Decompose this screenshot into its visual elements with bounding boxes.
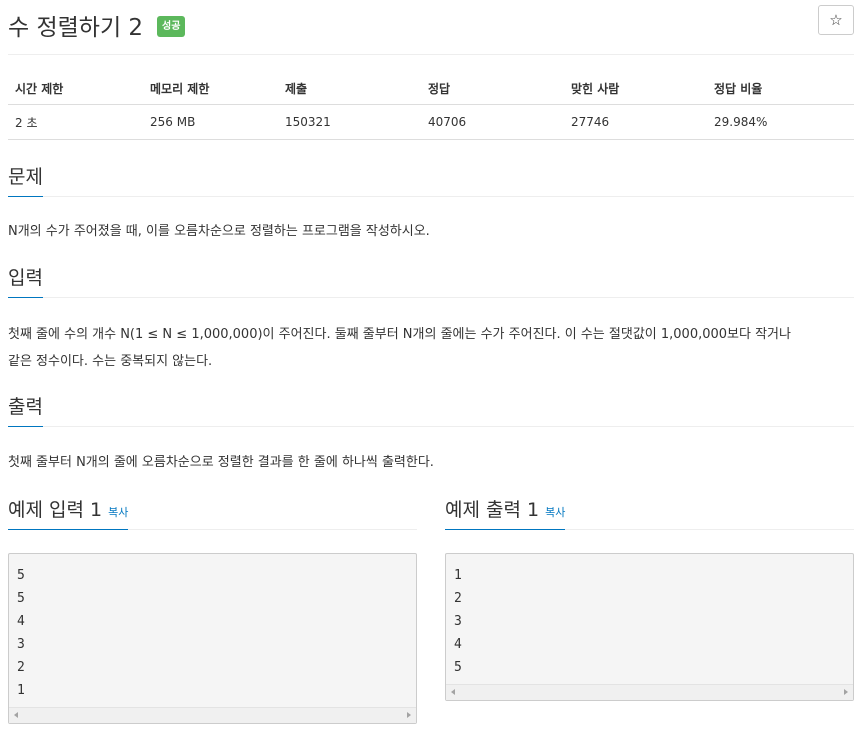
copy-sample-output-link[interactable]: 복사 (545, 506, 565, 519)
sample-output-box[interactable]: 1 2 3 4 5 (445, 553, 854, 701)
sample-input-scrollbar[interactable] (9, 707, 416, 723)
scroll-left-icon[interactable] (14, 712, 18, 718)
sample-output-line: 2 (454, 591, 462, 606)
sample-output-line: 4 (454, 637, 462, 652)
table-row: 2 초 256 MB 150321 40706 27746 29.984% (8, 104, 854, 140)
output-text: 첫째 줄부터 N개의 줄에 오름차순으로 정렬한 결과를 한 줄에 하나씩 출력… (8, 455, 434, 470)
status-badge: 성공 (157, 16, 186, 37)
sample-output-section: 예제 출력 1 복사 1 2 3 4 5 (445, 495, 854, 701)
description-text: N개의 수가 주어졌을 때, 이를 오름차순으로 정렬하는 프로그램을 작성하시… (8, 224, 430, 239)
accept-ratio-value: 29.984% (707, 104, 854, 140)
input-section: 입력 첫째 줄에 수의 개수 N(1 ≤ N ≤ 1,000,000)이 주어진… (8, 263, 854, 369)
sample-input-title: 예제 입력 1 (8, 499, 103, 521)
sample-output-heading: 예제 출력 1 복사 (445, 495, 566, 530)
scroll-left-icon[interactable] (451, 689, 455, 695)
sample-input-line: 5 (17, 591, 25, 606)
sample-input-line: 4 (17, 614, 25, 629)
sample-input-line: 1 (17, 683, 25, 698)
sample-output-line: 5 (454, 660, 462, 675)
sample-input-heading: 예제 입력 1 복사 (8, 495, 129, 530)
description-heading-row: 문제 (8, 162, 854, 197)
input-text-line-1: 첫째 줄에 수의 개수 N(1 ≤ N ≤ 1,000,000)이 주어진다. … (8, 327, 791, 342)
submissions-value: 150321 (278, 104, 421, 140)
sample-input-line: 3 (17, 637, 25, 652)
sample-output-scrollbar[interactable] (446, 684, 853, 700)
output-heading-row: 출력 (8, 392, 854, 427)
header-accept-ratio: 정답 비율 (707, 72, 854, 105)
problem-title: 수 정렬하기 2 (8, 15, 144, 41)
sample-input-heading-row: 예제 입력 1 복사 (8, 495, 417, 530)
input-text-line-2: 같은 정수이다. 수는 중복되지 않는다. (8, 354, 213, 369)
problem-header: 수 정렬하기 2 성공 ☆ (8, 0, 854, 55)
description-heading: 문제 (8, 162, 43, 197)
accepted-value: 40706 (421, 104, 564, 140)
output-section: 출력 첫째 줄부터 N개의 줄에 오름차순으로 정렬한 결과를 한 줄에 하나씩… (8, 392, 854, 470)
scroll-right-icon[interactable] (407, 712, 411, 718)
output-heading: 출력 (8, 392, 43, 427)
sample-input-line: 5 (17, 568, 25, 583)
header-accepted: 정답 (421, 72, 564, 105)
header-solvers: 맞힌 사람 (564, 72, 707, 105)
scroll-right-icon[interactable] (844, 689, 848, 695)
input-heading-row: 입력 (8, 263, 854, 298)
description-section: 문제 N개의 수가 주어졌을 때, 이를 오름차순으로 정렬하는 프로그램을 작… (8, 162, 854, 239)
copy-sample-input-link[interactable]: 복사 (108, 506, 128, 519)
sample-output-line: 3 (454, 614, 462, 629)
table-header-row: 시간 제한 메모리 제한 제출 정답 맞힌 사람 정답 비율 (8, 72, 854, 105)
header-time-limit: 시간 제한 (8, 72, 143, 105)
sample-input-section: 예제 입력 1 복사 5 5 4 3 2 1 (8, 495, 417, 724)
problem-page: 수 정렬하기 2 성공 ☆ 시간 제한 메모리 제한 제출 정답 맞힌 사람 정… (8, 0, 854, 724)
sample-input-content: 5 5 4 3 2 1 (9, 554, 416, 702)
sample-output-content: 1 2 3 4 5 (446, 554, 853, 679)
favorite-button[interactable]: ☆ (818, 5, 854, 35)
sample-input-line: 2 (17, 660, 25, 675)
star-icon: ☆ (829, 11, 843, 29)
sample-input-box[interactable]: 5 5 4 3 2 1 (8, 553, 417, 724)
sample-output-title: 예제 출력 1 (445, 499, 540, 521)
solvers-value: 27746 (564, 104, 707, 140)
header-memory-limit: 메모리 제한 (143, 72, 278, 105)
problem-info-table: 시간 제한 메모리 제한 제출 정답 맞힌 사람 정답 비율 2 초 256 M… (8, 72, 854, 140)
memory-limit-value: 256 MB (143, 104, 278, 140)
input-heading: 입력 (8, 263, 43, 298)
time-limit-value: 2 초 (8, 104, 143, 140)
sample-output-heading-row: 예제 출력 1 복사 (445, 495, 854, 530)
sample-output-line: 1 (454, 568, 462, 583)
header-submissions: 제출 (278, 72, 421, 105)
